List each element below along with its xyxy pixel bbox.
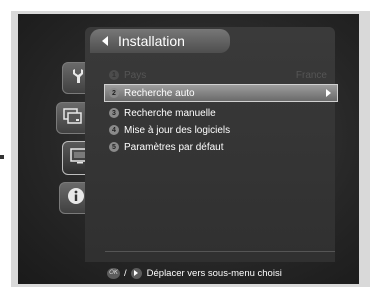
menu-item-label: Recherche manuelle — [124, 107, 216, 119]
menu-item-recherche-manuelle[interactable]: 3 Recherche manuelle — [105, 105, 335, 121]
item-number: 2 — [109, 88, 119, 98]
right-arrow-button-icon — [130, 267, 142, 279]
menu-title-bar[interactable]: Installation — [90, 29, 230, 53]
menu-item-pays: 1 Pays France — [105, 67, 335, 83]
menu-item-label: Pays — [124, 69, 147, 81]
menu-item-value: France — [295, 69, 327, 81]
menu-item-label: Recherche auto — [124, 87, 195, 99]
ok-button-icon: OK — [107, 267, 120, 279]
item-number: 3 — [109, 108, 119, 118]
page-title: Installation — [118, 33, 185, 49]
menu-item-mise-a-jour[interactable]: 4 Mise à jour des logiciels — [105, 122, 335, 138]
menu-item-recherche-auto[interactable]: 2 Recherche auto — [104, 84, 338, 102]
info-icon — [67, 187, 85, 210]
panel-divider — [105, 251, 335, 252]
menu-item-label: Paramètres par défaut — [124, 141, 224, 153]
menu-item-parametres-defaut[interactable]: 5 Paramètres par défaut — [105, 139, 335, 155]
item-number: 5 — [109, 142, 119, 152]
footer-separator: / — [124, 267, 127, 279]
footer-hint-text: Déplacer vers sous-menu choisi — [146, 267, 282, 279]
back-arrow-icon[interactable] — [102, 36, 108, 46]
screen-settings-icon — [63, 107, 83, 129]
chevron-right-icon — [326, 89, 331, 97]
item-number: 4 — [109, 125, 119, 135]
page-marker — [0, 155, 4, 159]
item-number: 1 — [109, 70, 119, 80]
footer-hint: OK / Déplacer vers sous-menu choisi — [107, 266, 282, 280]
menu-item-label: Mise à jour des logiciels — [124, 124, 231, 136]
